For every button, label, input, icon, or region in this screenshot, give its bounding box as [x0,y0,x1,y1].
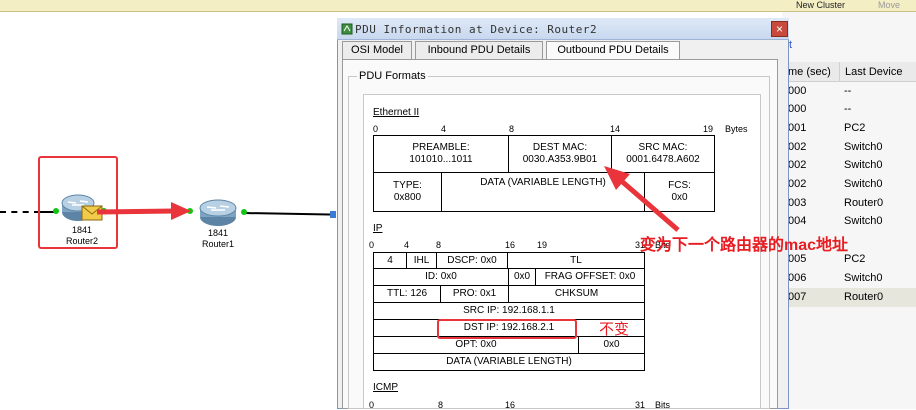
event-row[interactable]: 000 -- [782,100,916,119]
ip-data-field: DATA (VARIABLE LENGTH) [373,353,645,371]
header-time[interactable]: me (sec) [788,66,831,78]
ip-tl-field: TL [507,252,645,269]
ip-protocol-field: PRO: 0x1 [440,285,509,303]
ip-ttl-field: TTL: 126 [373,285,441,303]
ruler-tick: 0 [369,240,375,250]
ip-id-field: ID: 0x0 [373,268,509,286]
router1-icon[interactable] [198,198,238,228]
ip-version-field: 4 [373,252,407,269]
app-icon [341,23,353,35]
tab-osi-model[interactable]: OSI Model [342,41,412,59]
event-row[interactable]: 003 Router0 [782,194,916,213]
dst-ip-highlight-box [437,319,577,339]
type-field: TYPE: 0x800 [373,172,442,212]
router2-name: Router2 [65,236,99,246]
event-row[interactable]: 002 Switch0 [782,138,916,157]
event-row[interactable]: 001 PC2 [782,119,916,138]
ip-ihl-field: IHL [406,252,437,269]
ruler-tick: 14 [610,124,621,134]
tab-inbound-pdu-details[interactable]: Inbound PDU Details [415,41,543,59]
ip-flags-field: 0x0 [508,268,536,286]
ethernet-title: Ethernet II [373,107,420,118]
ruler-tick: 0 [373,124,379,134]
link-light-router1-right [241,209,247,215]
event-row[interactable]: 006 Switch0 [782,269,916,288]
ruler-tick: 8 [436,240,442,250]
event-row[interactable]: 002 Switch0 [782,156,916,175]
move-button[interactable]: Move [878,0,900,10]
event-row[interactable]: 002 Switch0 [782,175,916,194]
annotation-ip-unchanged: 不变 [599,321,630,338]
annotation-mac-changed: 变为下一个路由器的mac地址 [640,237,849,254]
pdu-formats-label: PDU Formats [357,70,428,82]
header-last-device[interactable]: Last Device [845,66,902,78]
ip-frag-offset-field: FRAG OFFSET: 0x0 [535,268,645,286]
close-button[interactable]: × [771,21,788,37]
event-list-link[interactable]: t [789,39,792,51]
annotation-arrow-mac [604,166,680,232]
new-cluster-button[interactable]: New Cluster [796,0,845,10]
ruler-tick: 19 [703,124,714,134]
ruler-tick: 16 [505,240,516,250]
ruler-unit: Bytes [725,124,748,134]
router1-model: 1841 [207,228,229,238]
ip-dscp-field: DSCP: 0x0 [436,252,508,269]
ruler-tick: 4 [441,124,447,134]
annotation-arrow-router [96,202,191,220]
event-row-selected[interactable]: 007 Router0 [782,288,916,307]
header-divider [839,62,840,82]
link-router1-right [243,212,337,216]
dialog-title: PDU Information at Device: Router2 [355,23,598,36]
link-endpoint [330,211,336,218]
link-left [0,211,40,213]
router1-name: Router1 [201,239,235,249]
ip-title: IP [373,223,383,234]
router2-model: 1841 [71,225,93,235]
event-row[interactable]: 004 Switch0 [782,212,916,231]
icmp-title: ICMP [373,382,398,393]
tab-outbound-pdu-details[interactable]: Outbound PDU Details [546,41,680,59]
ruler-tick: 8 [509,124,515,134]
ruler-tick: 4 [404,240,410,250]
event-row[interactable]: 000 -- [782,82,916,101]
top-toolbar [0,0,916,12]
dest-mac-field: DEST MAC: 0030.A353.9B01 [508,135,612,173]
ip-checksum-field: CHKSUM [508,285,645,303]
preamble-field: PREAMBLE: 101010...1011 [373,135,509,173]
ruler-tick: 19 [537,240,548,250]
